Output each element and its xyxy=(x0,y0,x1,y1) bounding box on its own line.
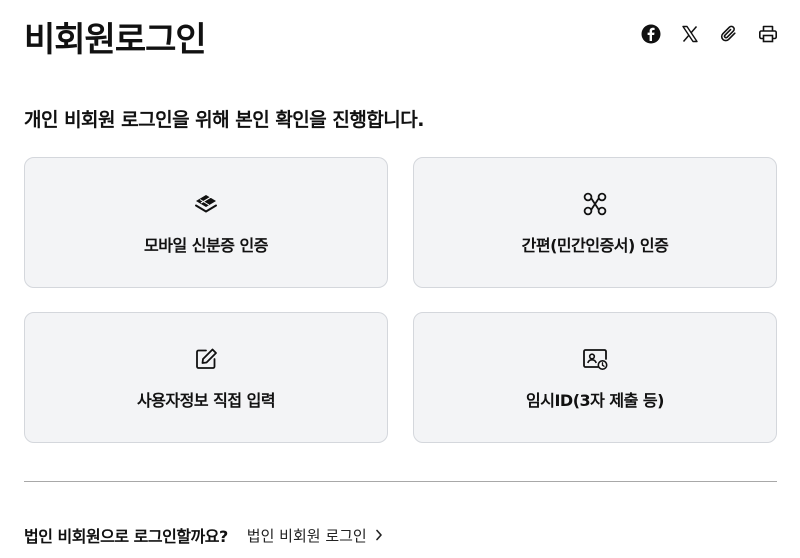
share-toolbar xyxy=(641,22,778,46)
card-label: 간편(민간인증서) 인증 xyxy=(521,235,669,255)
mobile-id-card-button[interactable]: 모바일 신분증 인증 xyxy=(24,157,388,288)
manual-info-entry-card-button[interactable]: 사용자정보 직접 입력 xyxy=(24,312,388,443)
page-title: 비회원로그인 xyxy=(24,20,207,60)
corporate-login-link[interactable]: 법인 비회원 로그인 xyxy=(247,525,383,546)
corporate-login-question: 법인 비회원으로 로그인할까요? xyxy=(24,527,228,546)
verification-options: 모바일 신분증 인증 간편(민간인증서) 인증 사용자정보 직접 입력 임시ID… xyxy=(24,157,777,443)
connected-nodes-icon xyxy=(581,190,609,218)
chevron-right-icon xyxy=(375,529,383,541)
stacked-layers-icon xyxy=(192,190,220,218)
x-icon[interactable] xyxy=(680,22,700,46)
edit-pencil-icon xyxy=(192,345,220,373)
card-label: 사용자정보 직접 입력 xyxy=(136,390,276,410)
simple-certificate-card-button[interactable]: 간편(민간인증서) 인증 xyxy=(413,157,777,288)
corporate-login-row: 법인 비회원으로 로그인할까요? 법인 비회원 로그인 xyxy=(24,523,383,547)
paperclip-icon[interactable] xyxy=(719,22,739,46)
page-subtitle: 개인 비회원 로그인을 위해 본인 확인을 진행합니다. xyxy=(24,109,425,131)
card-label: 임시ID(3자 제출 등) xyxy=(526,390,664,410)
card-label: 모바일 신분증 인증 xyxy=(144,235,268,255)
temporary-id-card-button[interactable]: 임시ID(3자 제출 등) xyxy=(413,312,777,443)
printer-icon[interactable] xyxy=(758,22,778,46)
corporate-login-link-label: 법인 비회원 로그인 xyxy=(246,526,367,545)
facebook-icon[interactable] xyxy=(641,22,661,46)
id-card-clock-icon xyxy=(581,345,609,373)
section-divider xyxy=(24,481,777,482)
